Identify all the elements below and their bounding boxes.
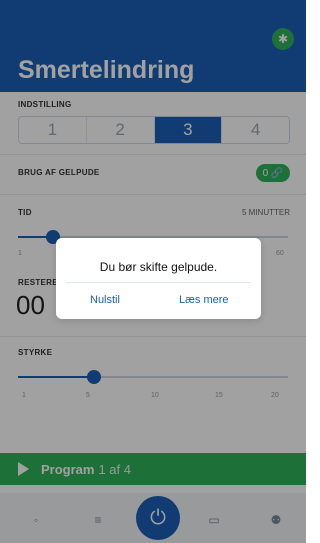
gelpad-alert-dialog: Du bør skifte gelpude. Nulstil Læs mere [56,238,261,319]
dialog-message: Du bør skifte gelpude. [99,260,218,274]
read-more-button[interactable]: Læs mere [179,294,229,306]
app-root: ✱ Smertelindring INDSTILLING 1 2 3 4 BRU… [0,0,306,543]
dialog-divider [66,282,251,283]
reset-button[interactable]: Nulstil [90,294,120,306]
